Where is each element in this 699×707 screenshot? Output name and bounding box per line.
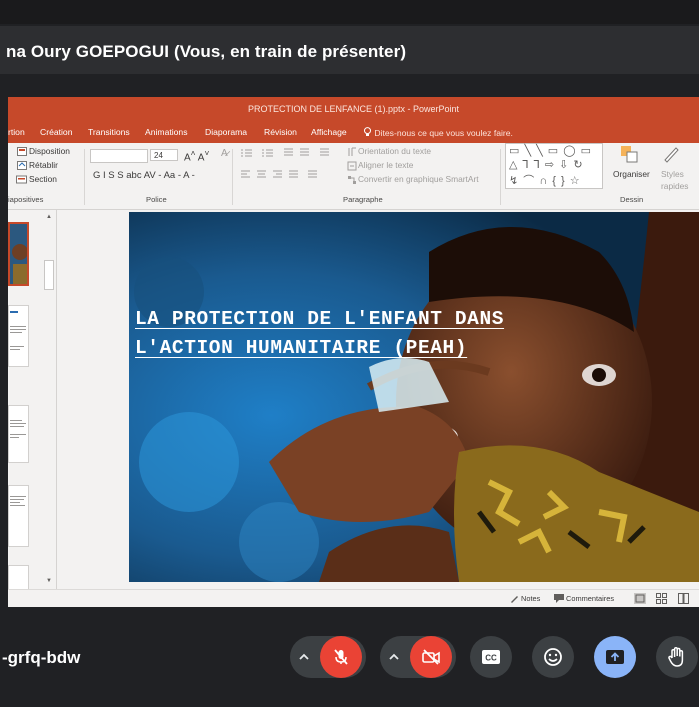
thumbnail-text xyxy=(10,496,26,506)
align-icons xyxy=(241,170,317,178)
section-icon xyxy=(16,175,27,184)
shared-screen-powerpoint: PROTECTION DE LENFANCE (1).pptx - PowerP… xyxy=(8,97,699,607)
reading-view-icon[interactable] xyxy=(678,593,689,604)
ppt-statusbar: Notes Commentaires xyxy=(8,589,699,607)
font-name-input[interactable] xyxy=(90,149,148,163)
font-size-input[interactable]: 24 xyxy=(150,149,178,161)
slide-thumbnail-3[interactable] xyxy=(8,485,29,547)
captions-icon: CC xyxy=(482,650,500,664)
emoji-icon xyxy=(544,648,562,666)
clear-format-button[interactable]: A̷ xyxy=(221,148,228,159)
meeting-code: -grfq-bdw xyxy=(2,648,81,667)
ppt-window-title: PROTECTION DE LENFANCE (1).pptx - PowerP… xyxy=(247,104,460,114)
ppt-ribbon: Disposition Rétablir Section iapositives… xyxy=(8,143,699,210)
thumbnail-text xyxy=(10,420,26,438)
presenter-banner: na Oury GOEPOGUI (Vous, en train de prés… xyxy=(0,26,699,74)
styles-rapides-button[interactable]: Styles xyxy=(661,169,684,179)
sorter-view-icon[interactable] xyxy=(656,593,667,604)
captions-button[interactable]: CC xyxy=(470,636,512,678)
camera-off-icon xyxy=(422,649,440,665)
ribbon-divider xyxy=(500,149,501,205)
group-police-label: Police xyxy=(146,195,167,204)
slide-photo xyxy=(129,212,699,582)
notes-button[interactable]: Notes xyxy=(521,594,540,603)
thumbnail-text xyxy=(10,311,26,350)
retablir-button[interactable]: Rétablir xyxy=(29,160,58,170)
tab-insertion[interactable]: rtion xyxy=(8,127,25,137)
convertir-smartart-button[interactable]: Convertir en graphique SmartArt xyxy=(358,174,479,184)
ribbon-divider xyxy=(84,149,85,205)
tab-animations[interactable]: Animations xyxy=(145,127,188,137)
notes-icon xyxy=(511,596,518,603)
top-strip xyxy=(0,0,699,24)
organiser-button[interactable]: Organiser xyxy=(613,169,650,179)
thumbnail-photo xyxy=(10,224,28,284)
presenter-separator xyxy=(0,74,699,96)
slide-thumbnail-5[interactable] xyxy=(8,405,29,463)
text-direction-icon xyxy=(348,147,356,156)
chevron-up-icon[interactable] xyxy=(297,650,311,664)
svg-text:CC: CC xyxy=(485,654,497,663)
tab-creation[interactable]: Création xyxy=(40,127,72,137)
comments-button[interactable]: Commentaires xyxy=(566,594,614,603)
group-dessin-label: Dessin xyxy=(620,195,644,204)
presenter-name-label: na Oury GOEPOGUI (Vous, en train de prés… xyxy=(6,42,407,61)
slide-thumbnail-1[interactable] xyxy=(8,222,29,286)
tab-transitions[interactable]: Transitions xyxy=(88,127,130,137)
comments-icon xyxy=(554,594,564,603)
lightbulb-icon xyxy=(364,127,371,136)
hand-icon xyxy=(668,647,684,667)
tab-revision[interactable]: Révision xyxy=(264,127,297,137)
slide-thumbnail-2[interactable] xyxy=(8,305,29,367)
styles-rapides-label: rapides xyxy=(661,181,689,191)
group-paragraphe-label: Paragraphe xyxy=(343,195,383,204)
shapes-row-3: ↯ ⌒ ∩ { } ☆ xyxy=(509,175,581,187)
slide-title[interactable]: LA PROTECTION DE L'ENFANT DANS L'ACTION H… xyxy=(135,305,504,363)
orientation-texte-button[interactable]: Orientation du texte xyxy=(358,146,431,156)
tell-me-placeholder: Dites-nous ce que vous voulez faire. xyxy=(374,128,513,138)
ppt-ribbon-tabs: rtion Création Transitions Animations Di… xyxy=(8,123,699,143)
mic-off-icon xyxy=(334,649,348,665)
bullets-icon xyxy=(241,148,329,157)
meet-control-bar: -grfq-bdw CC xyxy=(0,608,699,707)
normal-view-icon[interactable] xyxy=(634,593,646,604)
quick-styles-icon xyxy=(664,147,679,163)
ppt-titlebar: PROTECTION DE LENFANCE (1).pptx - PowerP… xyxy=(8,97,699,123)
chevron-up-icon[interactable] xyxy=(387,650,401,664)
ribbon-divider xyxy=(232,149,233,205)
section-button[interactable]: Section xyxy=(29,174,57,184)
organiser-icon xyxy=(621,146,638,163)
tab-affichage[interactable]: Affichage xyxy=(311,127,347,137)
shapes-gallery[interactable]: ▭ ╲ ╲ ▭ ◯ ▭ △ ⅂ ⅂ ⇨ ⇩ ↻ ↯ ⌒ ∩ { } ☆ xyxy=(505,143,603,189)
slide-canvas[interactable]: LA PROTECTION DE L'ENFANT DANS L'ACTION H… xyxy=(129,212,699,582)
tab-diaporama[interactable]: Diaporama xyxy=(205,127,247,137)
group-diapositives-label: iapositives xyxy=(8,195,44,204)
disposition-button[interactable]: Disposition xyxy=(29,146,70,156)
raise-hand-button[interactable] xyxy=(656,636,698,678)
slide-title-line-2: L'ACTION HUMANITAIRE (PEAH) xyxy=(135,337,468,359)
reset-icon xyxy=(17,161,27,170)
shapes-row-1: ▭ ╲ ╲ ▭ ◯ ▭ xyxy=(509,145,593,157)
scrollbar-thumb[interactable] xyxy=(44,260,54,290)
slide-title-line-1: LA PROTECTION DE L'ENFANT DANS xyxy=(135,308,505,330)
reactions-button[interactable] xyxy=(532,636,574,678)
align-text-icon xyxy=(347,161,357,171)
grow-shrink-font-buttons[interactable]: A˄ A˅ xyxy=(184,148,209,163)
shapes-row-2: △ ⅂ ⅂ ⇨ ⇩ ↻ xyxy=(509,159,584,171)
aligner-texte-button[interactable]: Aligner le texte xyxy=(358,160,413,170)
camera-toggle-button[interactable] xyxy=(410,636,452,678)
scroll-down-arrow-icon[interactable]: ▼ xyxy=(44,576,54,586)
present-screen-button[interactable] xyxy=(594,636,636,678)
font-format-buttons[interactable]: G I S S abc AV - Aa - A - xyxy=(93,170,195,181)
tell-me-search[interactable]: Dites-nous ce que vous voulez faire. xyxy=(363,127,513,138)
present-screen-icon xyxy=(606,650,624,664)
layout-icon xyxy=(17,147,27,156)
smartart-icon xyxy=(348,176,356,184)
thumbnails-scrollbar[interactable]: ▲ ▼ xyxy=(42,210,56,590)
mic-toggle-button[interactable] xyxy=(320,636,362,678)
scroll-up-arrow-icon[interactable]: ▲ xyxy=(44,212,54,222)
